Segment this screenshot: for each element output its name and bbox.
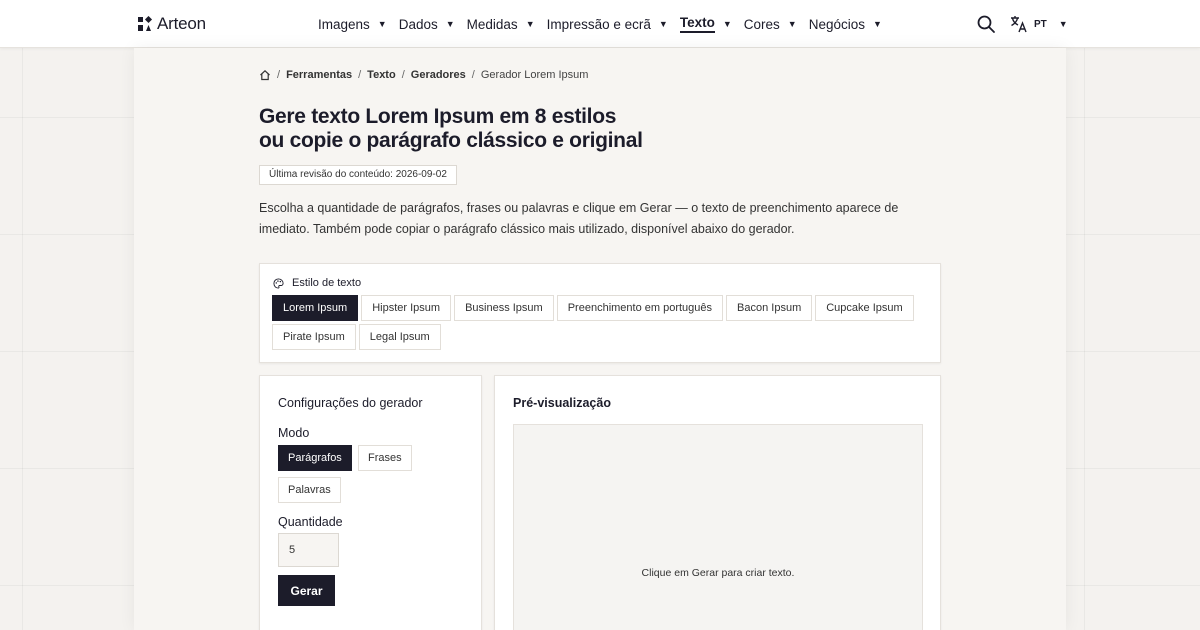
nav-item-label: Medidas (466, 16, 518, 32)
intro-text: Escolha a quantidade de parágrafos, fras… (259, 201, 899, 236)
page-title: Gere texto Lorem Ipsum em 8 estilos ou c… (259, 105, 819, 153)
palette-icon (273, 277, 284, 289)
search-icon (977, 15, 995, 33)
nav-item-label: Cores (743, 16, 780, 32)
preview-empty-message: Clique em Gerar para criar texto. (641, 567, 795, 579)
language-selector[interactable]: PT ▼ (1010, 14, 1068, 34)
caret-down-icon: ▼ (1058, 19, 1068, 29)
translate-icon (1011, 16, 1027, 33)
text-style-card: Estilo de texto Lorem Ipsum Hipster Ipsu… (259, 263, 941, 363)
nav-item-medidas[interactable]: Medidas ▼ (467, 0, 535, 48)
nav-item-dados[interactable]: Dados ▼ (399, 0, 455, 48)
revision-badge: Última revisão do conteúdo: 2026-09-02 (259, 165, 457, 185)
main-nav: Imagens ▼ Dados ▼ Medidas ▼ Impressão e … (318, 0, 894, 48)
main-content: / Ferramentas / Texto / Geradores / Gera… (134, 48, 1066, 630)
language-code: PT (1034, 18, 1047, 30)
quantity-label: Quantidade (278, 515, 343, 529)
brand-logo[interactable]: Arteon (137, 14, 206, 34)
caret-down-icon: ▼ (787, 19, 797, 29)
brand-name: Arteon (157, 14, 206, 33)
mode-words-button[interactable]: Palavras (278, 477, 341, 503)
caret-down-icon: ▼ (658, 19, 668, 29)
home-icon[interactable] (259, 69, 271, 81)
style-options: Lorem Ipsum Hipster Ipsum Business Ipsum… (272, 295, 932, 350)
nav-item-label: Impressão e ecrã (546, 16, 651, 32)
page-title-line-2: ou copie o parágrafo clássico e original (259, 129, 643, 152)
nav-item-texto[interactable]: Texto ▼ (679, 0, 732, 48)
breadcrumb: / Ferramentas / Texto / Geradores / Gera… (259, 69, 588, 81)
nav-item-cores[interactable]: Cores ▼ (744, 0, 797, 48)
text-style-header: Estilo de texto (273, 277, 361, 289)
nav-item-impressao-e-ecra[interactable]: Impressão e ecrã ▼ (547, 0, 668, 48)
preview-card: Pré-visualização Clique em Gerar para cr… (494, 375, 941, 630)
generator-settings-card: Configurações do gerador Modo Parágrafos… (259, 375, 482, 630)
nav-item-label: Imagens (318, 16, 370, 32)
breadcrumb-separator: / (277, 69, 281, 81)
preview-output-area[interactable]: Clique em Gerar para criar texto. (513, 424, 923, 630)
style-option-pirate-ipsum[interactable]: Pirate Ipsum (272, 324, 356, 350)
style-option-cupcake-ipsum[interactable]: Cupcake Ipsum (815, 295, 914, 321)
caret-down-icon: ▼ (872, 19, 882, 29)
settings-title: Configurações do gerador (278, 396, 423, 410)
preview-title: Pré-visualização (513, 396, 611, 410)
breadcrumb-link-geradores[interactable]: Geradores (411, 69, 466, 81)
logo-icon (138, 16, 153, 31)
quantity-input[interactable] (278, 533, 339, 567)
nav-item-label: Dados (398, 16, 438, 32)
generate-button[interactable]: Gerar (278, 575, 335, 606)
top-navigation-bar: Arteon Imagens ▼ Dados ▼ Medidas ▼ Impre… (0, 0, 1200, 48)
style-option-preenchimento-em-portugues[interactable]: Preenchimento em português (556, 295, 724, 321)
caret-down-icon: ▼ (525, 19, 535, 29)
breadcrumb-link-texto[interactable]: Texto (367, 69, 396, 81)
nav-item-negocios[interactable]: Negócios ▼ (809, 0, 882, 48)
page-title-line-1: Gere texto Lorem Ipsum em 8 estilos (259, 105, 617, 128)
search-button[interactable] (976, 14, 996, 34)
caret-down-icon: ▼ (722, 19, 732, 29)
breadcrumb-separator: / (401, 69, 405, 81)
nav-item-label: Negócios (808, 16, 865, 32)
style-option-business-ipsum[interactable]: Business Ipsum (454, 295, 554, 321)
breadcrumb-link-ferramentas[interactable]: Ferramentas (286, 69, 352, 81)
style-option-lorem-ipsum[interactable]: Lorem Ipsum (272, 295, 359, 321)
style-option-hipster-ipsum[interactable]: Hipster Ipsum (361, 295, 452, 321)
breadcrumb-current: Gerador Lorem Ipsum (480, 69, 589, 81)
style-option-legal-ipsum[interactable]: Legal Ipsum (358, 324, 441, 350)
mode-paragraphs-button[interactable]: Parágrafos (278, 445, 352, 471)
caret-down-icon: ▼ (445, 19, 455, 29)
text-style-label: Estilo de texto (292, 277, 362, 289)
breadcrumb-separator: / (471, 69, 475, 81)
caret-down-icon: ▼ (377, 19, 387, 29)
style-option-bacon-ipsum[interactable]: Bacon Ipsum (726, 295, 813, 321)
nav-item-imagens[interactable]: Imagens ▼ (318, 0, 387, 48)
breadcrumb-separator: / (358, 69, 362, 81)
mode-label: Modo (278, 426, 310, 440)
nav-item-label: Texto (679, 15, 715, 33)
mode-sentences-button[interactable]: Frases (358, 445, 412, 471)
